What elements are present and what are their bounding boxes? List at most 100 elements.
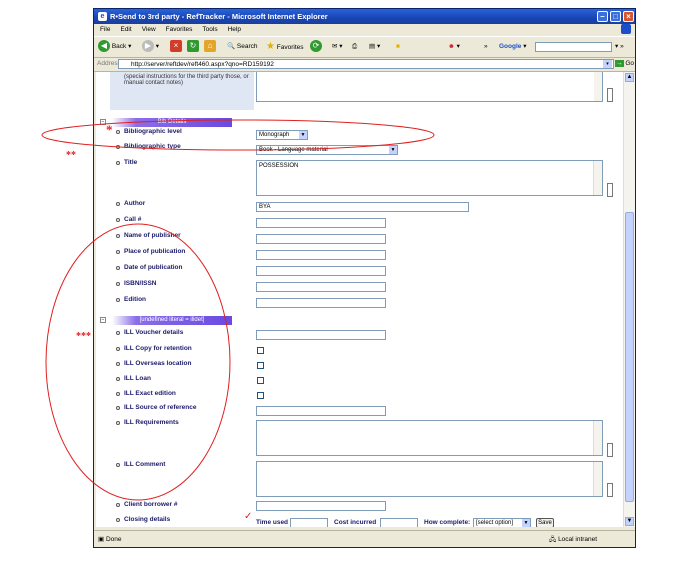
bullet-icon (116, 377, 120, 381)
home-button[interactable]: ⌂ (204, 40, 216, 54)
mail-button[interactable]: ✉ ▾ (332, 40, 343, 54)
forward-arrow-icon: ▶ (142, 40, 154, 53)
ill-overseas-checkbox[interactable] (257, 362, 264, 369)
menu-view[interactable]: View (142, 26, 156, 33)
textarea-resize-handle[interactable] (607, 183, 613, 197)
bullet-icon (116, 218, 120, 222)
bullet-icon (116, 161, 120, 165)
vertical-scrollbar[interactable]: ▲ ▼ (623, 72, 635, 527)
special-instructions-textarea[interactable] (256, 72, 603, 102)
ill-source-input[interactable] (256, 406, 386, 416)
bib-type-select[interactable]: Book - Language material ▼ (256, 145, 398, 155)
menu-bar: File Edit View Favorites Tools Help (94, 24, 635, 35)
edit-button[interactable]: ▤ ▾ (369, 40, 380, 54)
save-button[interactable]: Save (536, 518, 554, 527)
ill-collapse-toggle[interactable]: − (100, 317, 106, 323)
textarea-resize-handle[interactable] (607, 443, 613, 457)
minimize-button[interactable]: – (597, 11, 608, 22)
ill-comment-textarea[interactable] (256, 461, 603, 497)
close-button[interactable]: × (623, 11, 634, 22)
textarea-resize-handle[interactable] (607, 88, 613, 102)
author-input[interactable]: BYA (256, 202, 469, 212)
place-input[interactable] (256, 250, 386, 260)
top-note: (special instructions for the third part… (124, 74, 249, 86)
go-button[interactable]: → Go (615, 57, 634, 71)
bib-type-label: Bibliographic type (124, 143, 181, 150)
menu-file[interactable]: File (100, 26, 110, 33)
scrollbar-thumb[interactable] (625, 212, 634, 502)
menu-favorites[interactable]: Favorites (166, 26, 193, 33)
annotation-star-3: *** (76, 331, 91, 342)
status-bar: ▣ Done 🖧 Local intranet (94, 530, 635, 548)
bullet-icon (116, 331, 120, 335)
scroll-down-arrow[interactable]: ▼ (625, 517, 634, 526)
edit-icon: ▤ (369, 43, 376, 50)
ill-voucher-label: ILL Voucher details (124, 329, 184, 336)
scroll-up-arrow[interactable]: ▲ (625, 73, 634, 82)
how-complete-label: How complete: (424, 519, 471, 526)
search-icon: 🔍 (227, 43, 236, 50)
history-icon: ⟳ (310, 40, 322, 53)
annotation-star-1: * (106, 122, 113, 137)
publisher-input[interactable] (256, 234, 386, 244)
bullet-icon (116, 202, 120, 206)
ill-loan-label: ILL Loan (124, 375, 151, 382)
ill-copy-label: ILL Copy for retention (124, 345, 192, 352)
toolbar-more[interactable]: » (484, 40, 488, 54)
bullet-icon (116, 518, 120, 522)
address-dropdown[interactable]: ▾ (603, 60, 612, 68)
favorites-button[interactable]: ★ Favorites (266, 40, 304, 54)
ill-comment-label: ILL Comment (124, 461, 166, 468)
google-search-input[interactable] (535, 42, 612, 52)
annotation-star-2: ** (66, 150, 76, 161)
ill-loan-checkbox[interactable] (257, 377, 264, 384)
bullet-icon (116, 421, 120, 425)
bullet-icon (116, 266, 120, 270)
bullet-icon (116, 145, 120, 149)
ill-exact-checkbox[interactable] (257, 392, 264, 399)
folder-button[interactable]: ■ (396, 40, 400, 54)
isbn-input[interactable] (256, 282, 386, 292)
window-title: R•Send to 3rd party - RefTracker - Micro… (110, 12, 328, 21)
how-complete-select[interactable]: [select option] ▼ (473, 518, 531, 527)
history-button[interactable]: ⟳ (310, 40, 322, 54)
refresh-button[interactable]: ↻ (187, 40, 199, 54)
menu-help[interactable]: Help (228, 26, 241, 33)
bib-level-select[interactable]: Monograph ▼ (256, 130, 308, 140)
time-used-input[interactable] (290, 518, 328, 527)
google-dropdown[interactable]: ▾ » (615, 40, 624, 54)
red-checkmark-icon: ✓ (244, 511, 253, 522)
bullet-icon (116, 463, 120, 467)
stop-icon: × (170, 40, 182, 53)
title-textarea[interactable]: POSSESSION (256, 160, 603, 196)
cost-incurred-input[interactable] (380, 518, 418, 527)
title-bar: e R•Send to 3rd party - RefTracker - Micr… (94, 9, 635, 24)
search-button[interactable]: 🔍 Search (227, 40, 258, 54)
textarea-resize-handle[interactable] (607, 483, 613, 497)
bib-level-label: Bibliographic level (124, 128, 182, 135)
date-input[interactable] (256, 266, 386, 276)
google-toolbar[interactable]: Google ▾ (499, 40, 526, 54)
note-label-cell: (special instructions for the third part… (110, 72, 254, 110)
edition-input[interactable] (256, 298, 386, 308)
ill-voucher-input[interactable] (256, 330, 386, 340)
messenger-button[interactable]: ☻ ▾ (448, 40, 460, 54)
status-zone: 🖧 Local intranet (549, 536, 598, 543)
forward-button[interactable]: ▶ ▾ (142, 40, 159, 54)
call-number-input[interactable] (256, 218, 386, 228)
printer-icon: ⎙ (352, 43, 358, 50)
print-button[interactable]: ⎙ (352, 40, 357, 54)
bullet-icon (116, 392, 120, 396)
ill-requirements-textarea[interactable] (256, 420, 603, 456)
ill-copy-checkbox[interactable] (257, 347, 264, 354)
maximize-button[interactable]: □ (610, 11, 621, 22)
menu-edit[interactable]: Edit (120, 26, 131, 33)
back-button[interactable]: ◀ Back ▾ (98, 40, 131, 54)
client-borrower-input[interactable] (256, 501, 386, 511)
closing-details-label: Closing details (124, 516, 171, 523)
stop-button[interactable]: × (170, 40, 182, 54)
menu-tools[interactable]: Tools (202, 26, 217, 33)
address-bar: Address http://server/reftdev/reft460.as… (94, 57, 635, 72)
address-input[interactable]: http://server/reftdev/reft460.aspx?qno=R… (118, 59, 614, 69)
chevron-down-icon: ▼ (522, 519, 530, 527)
